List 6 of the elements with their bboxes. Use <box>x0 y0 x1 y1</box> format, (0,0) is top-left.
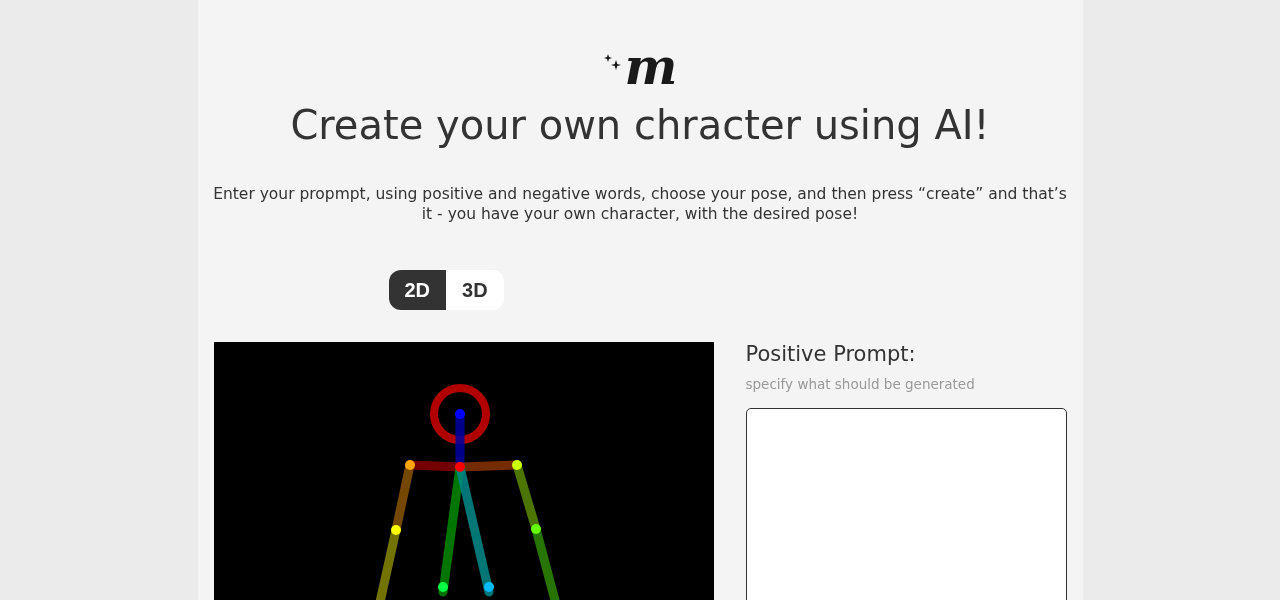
logo: m <box>624 42 678 92</box>
description-text: Enter your propmpt, using positive and negative words, choose your pose, and then press “create” and that’s it - you have your own character, with the desired pose! <box>212 184 1068 224</box>
prompt-label: Positive Prompt: <box>745 342 917 366</box>
prompt-hint: specify what should be generated <box>745 376 976 392</box>
mode-tab[interactable]: 2D <box>388 270 447 310</box>
page-title: Create your own chracter using AI! <box>289 102 991 148</box>
